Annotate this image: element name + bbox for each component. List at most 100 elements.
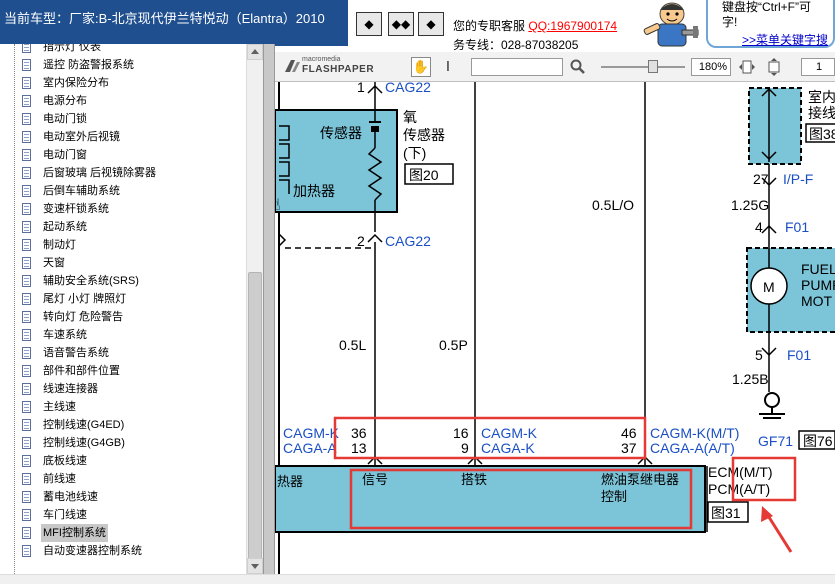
brand-name: FLASHPAPER [302, 64, 375, 75]
pin-46: 46 [621, 425, 637, 441]
next-button[interactable]: ◆ [418, 12, 444, 36]
tree-item-label: 主线速 [43, 401, 76, 413]
document-icon [22, 167, 31, 179]
tree-scrollbar[interactable] [246, 44, 263, 574]
text-select-icon[interactable]: I [441, 57, 455, 77]
o2-connector-bottom: CAG22 [385, 233, 431, 249]
up-arrow-icon [251, 49, 259, 54]
tree-guide-line [14, 44, 15, 574]
tree-item-label: 车速系统 [43, 329, 87, 341]
pane-splitter[interactable] [263, 44, 275, 583]
hand-cursor-icon: ☝ [275, 197, 281, 214]
menu-keyword-search-link[interactable]: >>菜单关键字搜 [742, 31, 828, 48]
o2-connector-top: CAG22 [385, 82, 431, 95]
f01-a-label: F01 [785, 219, 809, 235]
tree-item-label: 天窗 [43, 257, 65, 269]
prev-button[interactable]: ◆ [356, 12, 382, 36]
search-icon[interactable] [569, 58, 587, 76]
tree-item-label: 线速连接器 [43, 383, 98, 395]
tree-item-label: 转向灯 危险警告 [43, 311, 124, 323]
tree-item-label: 蓄电池线速 [43, 491, 98, 503]
document-icon [22, 545, 31, 557]
f01-b-label: F01 [787, 347, 811, 363]
zoom-slider-thumb[interactable] [648, 60, 658, 73]
pump-label-2: PUMP [801, 277, 835, 293]
fig31-label: 图31 [711, 505, 741, 521]
document-icon [22, 347, 31, 359]
document-icon [22, 113, 31, 125]
document-icon [22, 509, 31, 521]
document-icon [22, 239, 31, 251]
scroll-thumb[interactable] [248, 272, 262, 562]
tip-text-2: 字! [722, 15, 738, 29]
tree-item-label: 语音警告系统 [43, 347, 109, 359]
document-icon [22, 527, 31, 539]
scroll-up-button[interactable] [247, 44, 263, 60]
wiring-diagram: 传感器 加热器 1 CAG22 氧 传感器 (下) 图20 2 CAG22 0.… [275, 82, 835, 574]
tree-item-label: 控制线速(G4GB) [43, 437, 125, 449]
document-icon [22, 203, 31, 215]
brand-small: macromedia [302, 56, 341, 63]
tree-item-label: 车门线速 [43, 509, 87, 521]
room-label-1: 室内 [808, 89, 835, 105]
page-number-field[interactable]: 1 [801, 58, 835, 76]
room-label-2: 接线 [808, 105, 835, 121]
conn-left-1: CAGM-K [283, 425, 340, 441]
system-tree: 指示灯 仪表 遥控 防盗警报系统 室内保险分布 电源分布 电动门锁 电动室外后视镜 电动门窗… [0, 44, 246, 574]
search-tip-box: 键盘按“Ctrl+F”可 字! >>菜单关键字搜 [706, 0, 835, 48]
document-icon [22, 149, 31, 161]
tree-item-label: 电动室外后视镜 [43, 131, 120, 143]
conn-mid-1: CAGM-K [481, 425, 538, 441]
fit-page-icon[interactable] [765, 58, 783, 76]
toggle-button[interactable]: ◆◆ [388, 12, 414, 36]
tree-item-label: 电动门锁 [43, 113, 87, 125]
o2-pin-top: 1 [357, 82, 365, 95]
motor-label: M [763, 279, 775, 295]
ground-point-icon [764, 392, 780, 408]
fig20-label: 图20 [409, 167, 439, 183]
document-icon [22, 329, 31, 341]
ecm-mt-label: ECM(M/T) [708, 464, 773, 480]
tree-item-label: 部件和部件位置 [43, 365, 120, 377]
ecm-relay-label-2: 控制 [601, 489, 627, 504]
tree-item-label: 尾灯 小灯 牌照灯 [43, 293, 127, 305]
tree-item-label: 起动系统 [43, 221, 87, 233]
fig76-label: 图76 [803, 433, 833, 449]
gf71-label: GF71 [758, 433, 793, 449]
document-icon [22, 257, 31, 269]
qq-link[interactable]: QQ:1967900174 [528, 19, 617, 33]
conn-mid-2: CAGA-K [481, 440, 535, 456]
document-icon [22, 293, 31, 305]
contact-line: 您的专职客服 QQ:1967900174 [453, 17, 617, 34]
tree-item-label: 自动变速器控制系统 [43, 545, 142, 557]
scroll-down-button[interactable] [247, 558, 263, 574]
tree-item-label: 室内保险分布 [43, 77, 109, 89]
wire-125g-label: 1.25G [731, 197, 769, 213]
tree-item-label: 电动门窗 [43, 149, 87, 161]
document-icon [22, 383, 31, 395]
document-icon [22, 419, 31, 431]
document-icon [22, 491, 31, 503]
document-icon [22, 44, 31, 53]
pin-37: 37 [621, 440, 637, 456]
tree-item-label: 底板线速 [43, 455, 87, 467]
conn-right-2: CAGA-A(A/T) [650, 440, 735, 456]
document-icon [22, 437, 31, 449]
document-icon [22, 401, 31, 413]
wiring-diagram-page: 传感器 加热器 1 CAG22 氧 传感器 (下) 图20 2 CAG22 0.… [275, 82, 835, 574]
tree-item-label: 变速杆锁系统 [43, 203, 109, 215]
o2-pin-bottom: 2 [357, 233, 365, 249]
document-search-input[interactable] [471, 58, 563, 76]
tree-item-label: 电源分布 [43, 95, 87, 107]
annotation-arrow [765, 513, 793, 553]
pin-5: 5 [755, 347, 763, 363]
zoom-slider-track[interactable] [601, 66, 685, 68]
pcm-at-label: PCM(A/T) [708, 481, 770, 497]
document-icon [22, 131, 31, 143]
o2-label-1: 氧 [403, 109, 417, 125]
zoom-level-field[interactable]: 180% [691, 58, 731, 76]
ecm-ground-label: 搭铁 [461, 472, 487, 487]
fit-width-icon[interactable] [738, 58, 756, 76]
hand-tool-icon[interactable]: ✋ [411, 57, 431, 77]
pump-label-3: MOT [801, 293, 833, 309]
